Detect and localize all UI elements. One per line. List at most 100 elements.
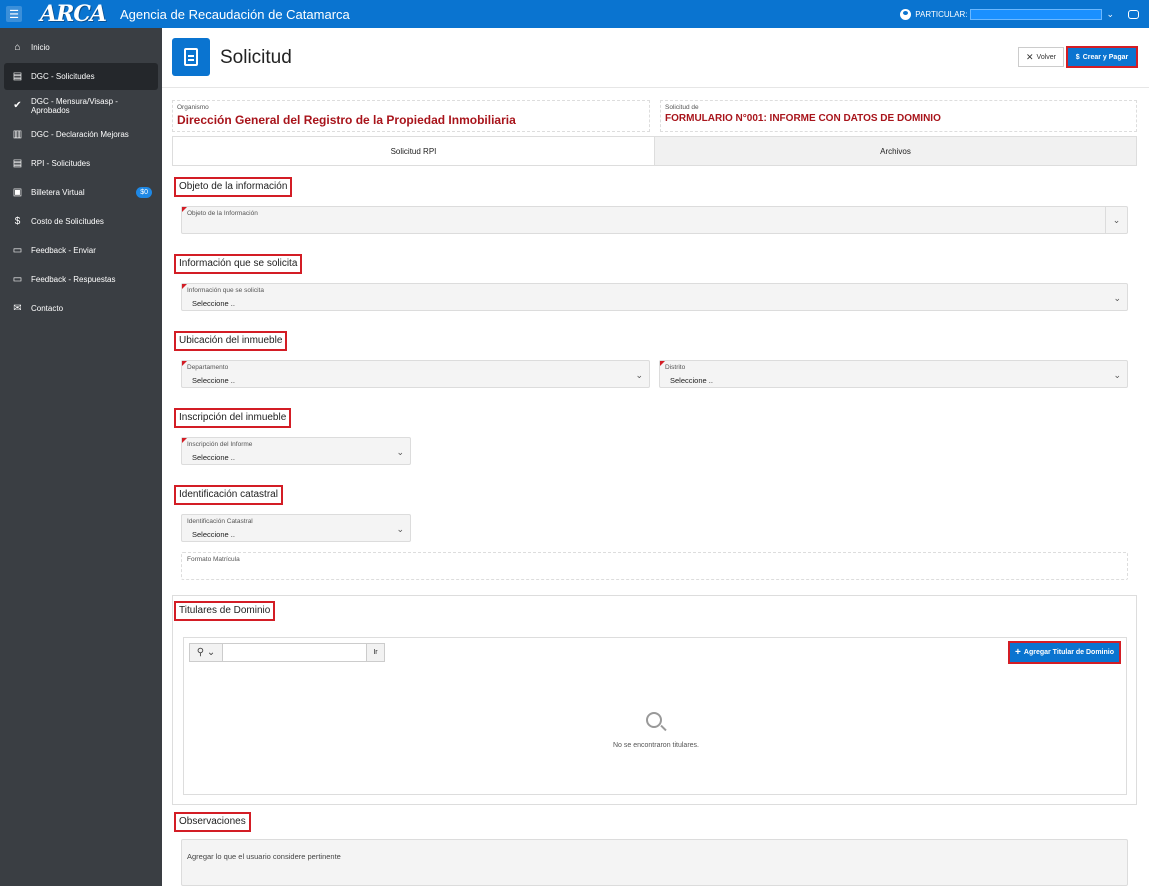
solicitud-label: Solicitud de: [665, 104, 699, 111]
inscripcion-value: Seleccione ..: [192, 453, 235, 462]
add-titular-button[interactable]: + Agregar Titular de Dominio: [1008, 641, 1121, 664]
chat-icon: ▭: [12, 245, 23, 256]
chevron-down-icon: ⌄: [396, 447, 404, 457]
sidebar-item-label: DGC - Solicitudes: [31, 72, 95, 81]
sidebar-item-feedback-enviar[interactable]: ▭ Feedback - Enviar: [4, 237, 158, 264]
plus-icon: +: [1015, 647, 1021, 658]
volver-label: Volver: [1036, 53, 1056, 61]
inscripcion-select[interactable]: Inscripción del Informe Seleccione .. ⌄: [181, 437, 411, 465]
observaciones-textarea[interactable]: Agregar lo que el usuario considere pert…: [181, 839, 1128, 886]
document-icon: [172, 38, 210, 76]
tab-archivos[interactable]: Archivos: [654, 137, 1136, 165]
search-bar: ⚲ ⌄ Ir: [189, 643, 385, 662]
building-icon: ▥: [12, 129, 23, 140]
user-name-field[interactable]: [970, 8, 1103, 20]
search-icon: [646, 712, 662, 728]
top-bar: ☰ ARCA Agencia de Recaudación de Catamar…: [0, 0, 1149, 28]
chat-icon: ▭: [12, 274, 23, 285]
chevron-down-icon: ⌄: [396, 524, 404, 534]
chevron-down-icon: ⌄: [1113, 370, 1121, 380]
dollar-icon: $: [14, 216, 21, 227]
sidebar-item-dgc-mensura[interactable]: ✔ DGC - Mensura/Visasp - Aprobados: [4, 92, 158, 119]
departamento-value: Seleccione ..: [192, 376, 235, 385]
sidebar-item-label: RPI - Solicitudes: [31, 159, 91, 168]
formato-matricula-field[interactable]: Formato Matrícula: [181, 552, 1128, 580]
objeto-label: Objeto de la Información: [187, 210, 258, 217]
document-icon: ▤: [12, 71, 23, 82]
sidebar-item-rpi-solicitudes[interactable]: ▤ RPI - Solicitudes: [4, 150, 158, 177]
formato-matricula-label: Formato Matrícula: [187, 556, 240, 563]
informacion-select[interactable]: Información que se solicita Seleccione .…: [181, 283, 1128, 311]
section-title-informacion: Información que se solicita: [174, 254, 303, 274]
objeto-select[interactable]: Objeto de la Información ⌄: [181, 206, 1128, 234]
sidebar-item-label: Feedback - Enviar: [31, 246, 96, 255]
check-circle-icon: ✔: [13, 100, 22, 111]
solicitud-display: Solicitud de FORMULARIO N°001: INFORME C…: [660, 100, 1137, 132]
identificacion-select[interactable]: Identificación Catastral Seleccione .. ⌄: [181, 514, 411, 542]
page-title: Solicitud: [220, 47, 292, 68]
distrito-label: Distrito: [665, 364, 686, 371]
section-title-identificacion: Identificación catastral: [174, 485, 283, 505]
chevron-down-icon: ⌄: [1113, 293, 1121, 303]
sidebar-item-inicio[interactable]: ⌂ Inicio: [4, 34, 158, 61]
sidebar-item-label: Billetera Virtual: [31, 188, 85, 197]
sidebar-item-label: DGC - Declaración Mejoras: [31, 130, 129, 139]
user-icon: [900, 8, 912, 20]
search-icon[interactable]: ⚲ ⌄: [189, 643, 223, 662]
wallet-icon: ▣: [12, 187, 23, 198]
mail-icon: ✉: [13, 303, 22, 314]
sidebar-item-label: Costo de Solicitudes: [31, 217, 104, 226]
volver-button[interactable]: ✕ Volver: [1018, 47, 1064, 67]
informacion-value: Seleccione ..: [192, 299, 235, 308]
crear-pagar-label: Crear y Pagar: [1082, 53, 1129, 61]
close-icon: ✕: [1025, 51, 1034, 62]
section-title-objeto: Objeto de la información: [174, 177, 293, 197]
user-type-label: PARTICULAR:: [915, 9, 968, 19]
identificacion-value: Seleccione ..: [192, 530, 235, 539]
page-header: Solicitud ✕ Volver $ Crear y Pagar: [162, 28, 1149, 88]
chevron-down-icon[interactable]: ⌄: [1106, 9, 1114, 20]
sidebar-item-label: Inicio: [31, 43, 50, 52]
sidebar-item-costo[interactable]: $ Costo de Solicitudes: [4, 208, 158, 235]
tab-solicitud-rpi[interactable]: Solicitud RPI: [173, 137, 654, 165]
tab-bar: Solicitud RPI Archivos: [172, 136, 1137, 166]
distrito-value: Seleccione ..: [670, 376, 713, 385]
organismo-label: Organismo: [177, 104, 209, 111]
search-input[interactable]: [223, 643, 367, 662]
main-content: Solicitud ✕ Volver $ Crear y Pagar Organ…: [162, 28, 1149, 886]
distrito-select[interactable]: Distrito Seleccione .. ⌄: [659, 360, 1128, 388]
observaciones-placeholder: Agregar lo que el usuario considere pert…: [187, 852, 341, 861]
departamento-select[interactable]: Departamento Seleccione .. ⌄: [181, 360, 650, 388]
identificacion-label: Identificación Catastral: [187, 518, 253, 525]
section-title-inscripcion: Inscripción del inmueble: [174, 408, 292, 428]
dollar-icon: $: [1075, 53, 1080, 61]
section-title-ubicacion: Ubicación del inmueble: [174, 331, 288, 351]
sidebar-item-label: Contacto: [31, 304, 64, 313]
go-button[interactable]: Ir: [367, 643, 385, 662]
document-icon: ▤: [12, 158, 23, 169]
chevron-down-icon[interactable]: ⌄: [1105, 207, 1127, 233]
home-icon: ⌂: [14, 42, 21, 53]
chevron-down-icon: ⌄: [635, 370, 643, 380]
empty-state-text: No se encontraron titulares.: [613, 742, 699, 749]
sidebar-item-contacto[interactable]: ✉ Contacto: [4, 295, 158, 322]
informacion-label: Información que se solicita: [187, 287, 264, 294]
add-titular-label: Agregar Titular de Dominio: [1023, 649, 1114, 656]
solicitud-value: FORMULARIO N°001: INFORME CON DATOS DE D…: [665, 113, 941, 124]
departamento-label: Departamento: [187, 364, 229, 371]
balance-badge: $0: [136, 187, 152, 198]
chat-icon[interactable]: [1128, 9, 1139, 19]
section-title-observaciones: Observaciones: [174, 812, 251, 832]
sidebar-item-feedback-respuestas[interactable]: ▭ Feedback - Respuestas: [4, 266, 158, 293]
sidebar-item-dgc-solicitudes[interactable]: ▤ DGC - Solicitudes: [4, 63, 158, 90]
sidebar: ⌂ Inicio ▤ DGC - Solicitudes ✔ DGC - Men…: [0, 28, 162, 886]
crear-pagar-button[interactable]: $ Crear y Pagar: [1066, 46, 1138, 68]
sidebar-item-dgc-mejoras[interactable]: ▥ DGC - Declaración Mejoras: [4, 121, 158, 148]
logo[interactable]: ARCA: [40, 1, 107, 27]
menu-toggle-icon[interactable]: ☰: [6, 6, 22, 22]
sidebar-item-label: DGC - Mensura/Visasp - Aprobados: [30, 96, 118, 115]
inscripcion-label: Inscripción del Informe: [187, 441, 253, 448]
sidebar-item-billetera[interactable]: ▣ Billetera Virtual $0: [4, 179, 158, 206]
sidebar-item-label: Feedback - Respuestas: [31, 275, 116, 284]
organismo-display: Organismo Dirección General del Registro…: [172, 100, 650, 132]
